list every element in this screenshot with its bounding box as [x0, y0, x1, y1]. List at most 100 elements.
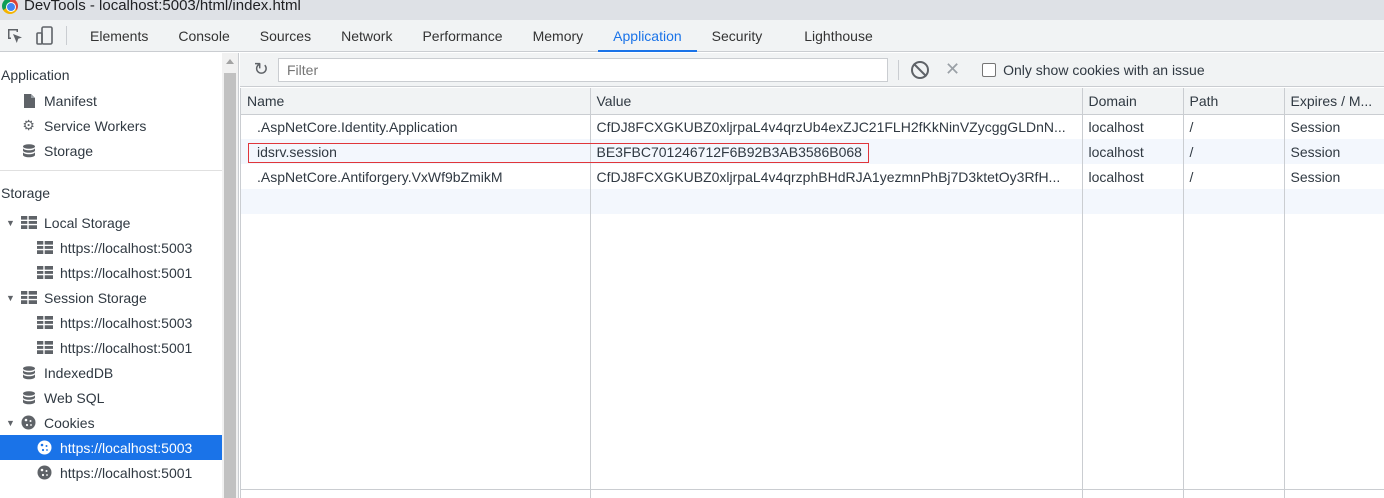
- column-header-value[interactable]: Value: [590, 88, 1083, 115]
- column-header-expires[interactable]: Expires / M...: [1284, 88, 1384, 115]
- scroll-up-arrow-icon[interactable]: [226, 59, 234, 64]
- tab-performance[interactable]: Performance: [407, 20, 517, 51]
- database-icon: [20, 390, 37, 405]
- table-row[interactable]: .AspNetCore.Identity.Application CfDJ8FC…: [241, 114, 1384, 139]
- sidebar-divider: [0, 170, 222, 171]
- column-header-domain[interactable]: Domain: [1082, 88, 1184, 115]
- tab-application[interactable]: Application: [598, 20, 697, 52]
- table-row-empty: [241, 189, 1384, 214]
- sidebar-item-session-storage-5001[interactable]: https://localhost:5001: [0, 335, 222, 360]
- empty-cell: [590, 214, 1083, 498]
- sidebar-item-web-sql[interactable]: Web SQL: [0, 385, 222, 410]
- empty-cell: [1183, 189, 1285, 214]
- scrollbar-thumb[interactable]: [224, 73, 236, 498]
- cookie-value-cell: BE3FBC701246712F6B92B3AB3586B068: [590, 139, 1083, 164]
- expand-triangle-icon[interactable]: ▼: [6, 218, 20, 228]
- sidebar-item-label: IndexedDB: [44, 364, 114, 381]
- tab-lighthouse[interactable]: Lighthouse: [789, 20, 888, 51]
- sidebar-scrollbar[interactable]: [222, 53, 239, 498]
- table-icon: [36, 341, 53, 355]
- window-titlebar: DevTools - localhost:5003/html/index.htm…: [0, 0, 1384, 20]
- table-icon: [20, 216, 37, 230]
- table-header-row: Name Value Domain Path Expires / M...: [241, 88, 1384, 115]
- column-header-name[interactable]: Name: [241, 88, 591, 115]
- toolbar-separator: [898, 59, 899, 80]
- tab-network[interactable]: Network: [326, 20, 407, 51]
- empty-cell: [1284, 189, 1384, 214]
- sidebar-item-local-storage-5001[interactable]: https://localhost:5001: [0, 260, 222, 285]
- empty-cell: [1082, 189, 1184, 214]
- cookie-expires-cell: Session: [1284, 139, 1384, 164]
- tab-sources[interactable]: Sources: [245, 20, 326, 51]
- sidebar-item-label: https://localhost:5001: [60, 464, 193, 481]
- table-icon: [36, 241, 53, 255]
- sidebar-item-indexeddb[interactable]: IndexedDB: [0, 360, 222, 385]
- sidebar-item-label: https://localhost:5003: [60, 314, 193, 331]
- sidebar-item-cookies-5001[interactable]: https://localhost:5001: [0, 460, 222, 485]
- toolbar-separator: [66, 26, 67, 45]
- inspect-element-icon[interactable]: [0, 20, 30, 51]
- cookie-icon: [20, 415, 37, 430]
- expand-triangle-icon[interactable]: ▼: [6, 293, 20, 303]
- sidebar-item-local-storage[interactable]: ▼ Local Storage: [0, 210, 222, 235]
- cookie-name-cell: .AspNetCore.Identity.Application: [241, 114, 591, 139]
- sidebar-item-session-storage[interactable]: ▼ Session Storage: [0, 285, 222, 310]
- filter-input[interactable]: [278, 57, 888, 82]
- cookie-path-cell: /: [1183, 114, 1285, 139]
- sidebar-item-session-storage-5003[interactable]: https://localhost:5003: [0, 310, 222, 335]
- cookie-domain-cell: localhost: [1082, 139, 1184, 164]
- cookie-icon: [36, 440, 53, 455]
- sidebar-item-cookies[interactable]: ▼ Cookies: [0, 410, 222, 435]
- sidebar-item-label: https://localhost:5003: [60, 239, 193, 256]
- cookies-table: Name Value Domain Path Expires / M... .A…: [240, 88, 1384, 498]
- empty-cell: [590, 189, 1083, 214]
- application-sidebar: Application Manifest ⚙ Service Workers S…: [0, 53, 222, 498]
- clear-all-cookies-icon[interactable]: [911, 60, 929, 79]
- cookie-icon: [36, 465, 53, 480]
- sidebar-item-label: https://localhost:5003: [60, 439, 193, 456]
- sidebar-item-label: Service Workers: [44, 117, 147, 134]
- sidebar-item-label: https://localhost:5001: [60, 339, 193, 356]
- cookie-name-cell: .AspNetCore.Antiforgery.VxWf9bZmikM: [241, 164, 591, 189]
- file-icon: [20, 93, 37, 108]
- sidebar-item-label: Session Storage: [44, 289, 147, 306]
- table-row[interactable]: .AspNetCore.Antiforgery.VxWf9bZmikM CfDJ…: [241, 164, 1384, 189]
- gear-icon: ⚙: [22, 117, 35, 133]
- empty-cell: [1183, 214, 1285, 498]
- sidebar-item-storage[interactable]: Storage: [0, 138, 222, 163]
- devtools-toolbar: Elements Console Sources Network Perform…: [0, 20, 1384, 52]
- sidebar-item-cookies-5003[interactable]: https://localhost:5003: [0, 435, 222, 460]
- sidebar-item-label: https://localhost:5001: [60, 264, 193, 281]
- cookie-domain-cell: localhost: [1082, 164, 1184, 189]
- window-title: DevTools - localhost:5003/html/index.htm…: [24, 0, 301, 14]
- column-header-path[interactable]: Path: [1183, 88, 1285, 115]
- table-icon: [20, 291, 37, 305]
- delete-selected-icon[interactable]: ✕: [945, 59, 960, 80]
- tab-security[interactable]: Security: [697, 20, 778, 51]
- empty-cell: [241, 214, 591, 498]
- refresh-icon[interactable]: ↻: [246, 59, 276, 80]
- cookie-path-cell: /: [1183, 164, 1285, 189]
- sidebar-item-label: Web SQL: [44, 389, 105, 406]
- tab-console[interactable]: Console: [163, 20, 244, 51]
- tab-memory[interactable]: Memory: [518, 20, 599, 51]
- only-issues-label: Only show cookies with an issue: [1003, 61, 1205, 78]
- sidebar-item-label: Cookies: [44, 414, 95, 431]
- expand-triangle-icon[interactable]: ▼: [6, 418, 20, 428]
- sidebar-section-storage: Storage: [1, 185, 51, 201]
- only-issues-checkbox[interactable]: [982, 62, 997, 77]
- sidebar-item-label: Manifest: [44, 92, 97, 109]
- cookie-value-cell: CfDJ8FCXGKUBZ0xljrpaL4v4qrzphBHdRJA1yezm…: [590, 164, 1083, 189]
- table-bottom-border: [241, 489, 1384, 490]
- device-toolbar-icon[interactable]: [30, 20, 60, 51]
- sidebar-item-manifest[interactable]: Manifest: [0, 88, 222, 113]
- cookie-value-cell: CfDJ8FCXGKUBZ0xljrpaL4v4qrzUb4exZJC21FLH…: [590, 114, 1083, 139]
- cookie-name-cell: idsrv.session: [241, 139, 591, 164]
- tab-elements[interactable]: Elements: [75, 20, 163, 51]
- sidebar-item-local-storage-5003[interactable]: https://localhost:5003: [0, 235, 222, 260]
- empty-cell: [241, 189, 591, 214]
- sidebar-item-service-workers[interactable]: ⚙ Service Workers: [0, 113, 222, 138]
- table-row[interactable]: idsrv.session BE3FBC701246712F6B92B3AB35…: [241, 139, 1384, 164]
- sidebar-item-label: Local Storage: [44, 214, 131, 231]
- table-filler-row: [241, 214, 1384, 498]
